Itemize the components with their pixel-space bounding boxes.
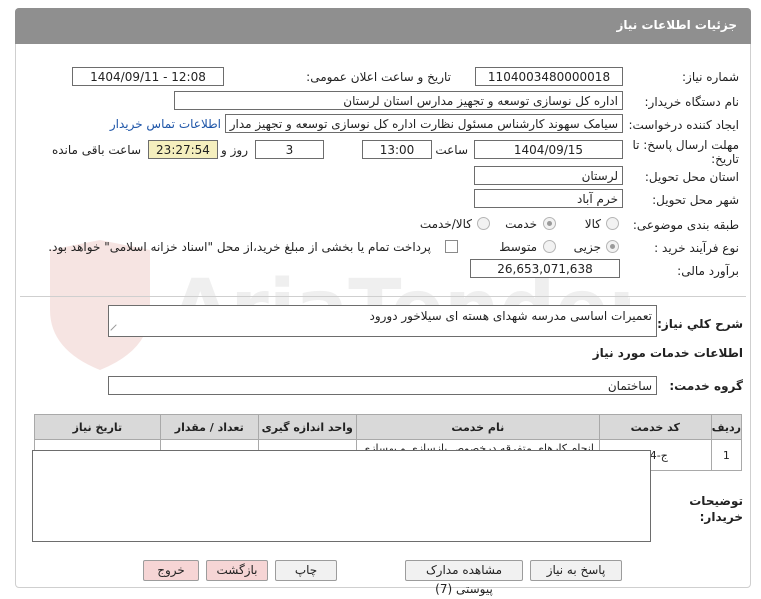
deadline-time-field: 13:00 [362, 140, 432, 159]
category-option-goods: کالا [584, 217, 601, 231]
table-header-row: ردیف کد خدمت نام خدمت واحد اندازه گیری ت… [34, 414, 743, 440]
process-radio-medium[interactable] [543, 240, 556, 253]
city-field: خرم آباد [474, 189, 623, 208]
deadline-date-field: 1404/09/15 [474, 140, 623, 159]
deadline-time-label: ساعت [435, 143, 468, 157]
col-name: نام خدمت [355, 414, 600, 440]
process-label: نوع فرآیند خرید : [654, 241, 739, 255]
category-label: طبقه بندی موضوعی: [632, 218, 739, 232]
col-code: کد خدمت [598, 414, 712, 440]
announce-field: 1404/09/11 - 12:08 [72, 67, 224, 86]
panel-header: جزئیات اطلاعات نیاز [15, 8, 751, 44]
col-unit: واحد اندازه گیری [257, 414, 357, 440]
category-option-goods-service: کالا/خدمت [419, 217, 472, 231]
service-group-field: ساختمان [108, 376, 657, 395]
process-option-minor: جزیی [573, 240, 601, 254]
buyer-notes-label-2: خریدار: [699, 510, 743, 524]
announce-label: تاریخ و ساعت اعلان عمومی: [306, 70, 451, 84]
col-row: ردیف [710, 414, 743, 440]
days-label: روز و [221, 143, 248, 157]
attachments-button[interactable]: مشاهده مدارک پیوستی (7) [405, 560, 523, 596]
category-radio-service[interactable] [543, 217, 556, 230]
col-date: تاریخ نیاز [34, 414, 161, 440]
deadline-label-date: تاریخ: [711, 152, 739, 166]
category-radio-goods-service[interactable] [477, 217, 490, 230]
category-option-service: خدمت [505, 217, 537, 231]
service-group-label: گروه خدمت: [669, 379, 743, 393]
buyer-field: اداره کل نوسازی توسعه و تجهیز مدارس استا… [174, 91, 623, 110]
treasury-payment-checkbox[interactable] [445, 240, 458, 253]
reply-button[interactable]: پاسخ به نیاز [530, 560, 622, 581]
city-label: شهر محل تحویل: [652, 193, 739, 207]
buyer-contact-link[interactable]: اطلاعات تماس خریدار [110, 117, 221, 131]
print-button[interactable]: چاپ [275, 560, 337, 581]
estimate-label: برآورد مالی: [677, 264, 739, 278]
process-radio-minor[interactable] [606, 240, 619, 253]
remaining-time-field: 23:27:54 [148, 140, 218, 159]
province-field: لرستان [474, 166, 623, 185]
creator-label: ایجاد کننده درخواست: [628, 118, 739, 132]
cell-row: 1 [710, 439, 743, 471]
buyer-notes-field[interactable] [32, 450, 651, 542]
need-number-field: 1104003480000018 [475, 67, 623, 86]
col-qty: تعداد / مقدار [159, 414, 259, 440]
deadline-label: مهلت ارسال پاسخ: تا [632, 138, 739, 152]
back-button[interactable]: بازگشت [206, 560, 268, 581]
description-label: شرح کلي نياز: [657, 317, 743, 331]
page-title: جزئیات اطلاعات نیاز [616, 18, 737, 32]
description-field: تعمیرات اساسی مدرسه شهدای هسته ای سیلاخو… [108, 305, 657, 337]
buyer-label: نام دستگاه خریدار: [644, 95, 740, 109]
province-label: استان محل تحویل: [644, 170, 739, 184]
estimate-field: 26,653,071,638 [470, 259, 620, 278]
days-field: 3 [255, 140, 324, 159]
services-section-title: اطلاعات خدمات مورد نیاز [592, 346, 743, 360]
divider [20, 296, 746, 297]
need-number-label: شماره نیاز: [682, 70, 739, 84]
exit-button[interactable]: خروج [143, 560, 199, 581]
buyer-notes-label: توضیحات [689, 494, 743, 508]
treasury-payment-note: پرداخت تمام یا بخشی از مبلغ خرید،از محل … [48, 240, 431, 254]
remaining-label: ساعت باقی مانده [51, 143, 141, 157]
creator-field: سیامک سهوند کارشناس مسئول نظارت اداره کل… [225, 114, 623, 133]
process-option-medium: متوسط [499, 240, 537, 254]
category-radio-goods[interactable] [606, 217, 619, 230]
